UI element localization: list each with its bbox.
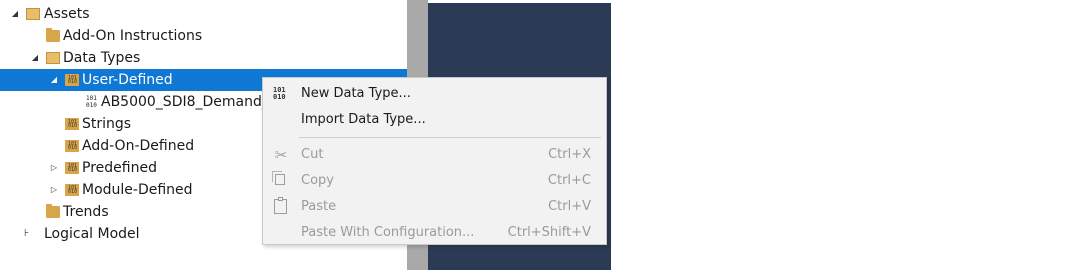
data-type-icon: 101 010 — [86, 95, 97, 109]
tree-item-label: AB5000_SDI8_Demand_A — [101, 94, 279, 110]
menu-item-shortcut: Ctrl+C — [547, 173, 591, 188]
tree-item-label: Predefined — [82, 160, 157, 176]
scissors-icon: ✂ — [274, 146, 288, 164]
copy-icon — [272, 171, 285, 185]
menu-item-shortcut: Ctrl+V — [548, 199, 591, 214]
menu-item-new-data-type[interactable]: 101 010 New Data Type... — [263, 81, 606, 107]
data-type-folder-icon: 101 010 — [65, 140, 79, 152]
collapsed-arrow-icon[interactable]: ▷ — [49, 179, 59, 201]
context-menu: 101 010 New Data Type... Import Data Type… — [262, 77, 607, 245]
tree-item-label: Assets — [44, 6, 90, 22]
menu-item-paste[interactable]: Paste Ctrl+V — [263, 194, 606, 220]
data-type-folder-icon: 101 010 — [65, 184, 79, 196]
tree-item-label: Data Types — [63, 50, 141, 66]
menu-item-cut[interactable]: ✂ Cut Ctrl+X — [263, 142, 606, 168]
expanded-arrow-icon[interactable]: ◢ — [49, 69, 59, 91]
menu-item-paste-with-configuration[interactable]: Paste With Configuration... Ctrl+Shift+V — [263, 220, 606, 246]
menu-item-label: Paste — [301, 199, 337, 214]
menu-item-label: New Data Type... — [301, 86, 411, 101]
data-type-folder-icon: 101 010 — [65, 162, 79, 174]
data-type-folder-icon: 101 010 — [65, 74, 79, 86]
menu-item-label: Import Data Type... — [301, 112, 426, 127]
tree-item-add-on-instructions[interactable]: Add-On Instructions — [0, 25, 407, 47]
menu-item-shortcut: Ctrl+Shift+V — [507, 225, 591, 240]
menu-item-label: Cut — [301, 147, 324, 162]
folder-icon — [46, 28, 60, 42]
tree-item-label: Module-Defined — [82, 182, 193, 198]
folder-icon — [46, 204, 60, 218]
tree-item-label: Logical Model — [44, 226, 140, 242]
expanded-arrow-icon[interactable]: ◢ — [10, 3, 20, 25]
menu-item-import-data-type[interactable]: Import Data Type... — [263, 107, 606, 133]
menu-item-label: Copy — [301, 173, 334, 188]
tree-item-label: User-Defined — [82, 72, 173, 88]
tree-item-label: Add-On Instructions — [63, 28, 203, 44]
clipboard-icon — [274, 197, 287, 214]
folder-open-icon — [26, 8, 40, 20]
tree-item-label: Strings — [82, 116, 132, 132]
collapsed-arrow-icon[interactable]: ▷ — [49, 157, 59, 179]
new-data-type-icon: 101 010 — [273, 86, 286, 101]
tree-item-data-types[interactable]: ◢ Data Types — [0, 47, 407, 69]
tree-item-label: Trends — [63, 204, 109, 220]
menu-separator — [299, 137, 601, 138]
data-type-folder-icon: 101 010 — [65, 118, 79, 130]
tree-item-assets[interactable]: ◢ Assets — [0, 3, 407, 25]
folder-open-icon — [46, 52, 60, 64]
menu-item-copy[interactable]: Copy Ctrl+C — [263, 168, 606, 194]
menu-item-label: Paste With Configuration... — [301, 225, 475, 240]
hierarchy-icon: ⊦ — [24, 228, 30, 239]
menu-item-shortcut: Ctrl+X — [548, 147, 591, 162]
tree-item-label: Add-On-Defined — [82, 138, 195, 154]
expanded-arrow-icon[interactable]: ◢ — [30, 47, 40, 69]
